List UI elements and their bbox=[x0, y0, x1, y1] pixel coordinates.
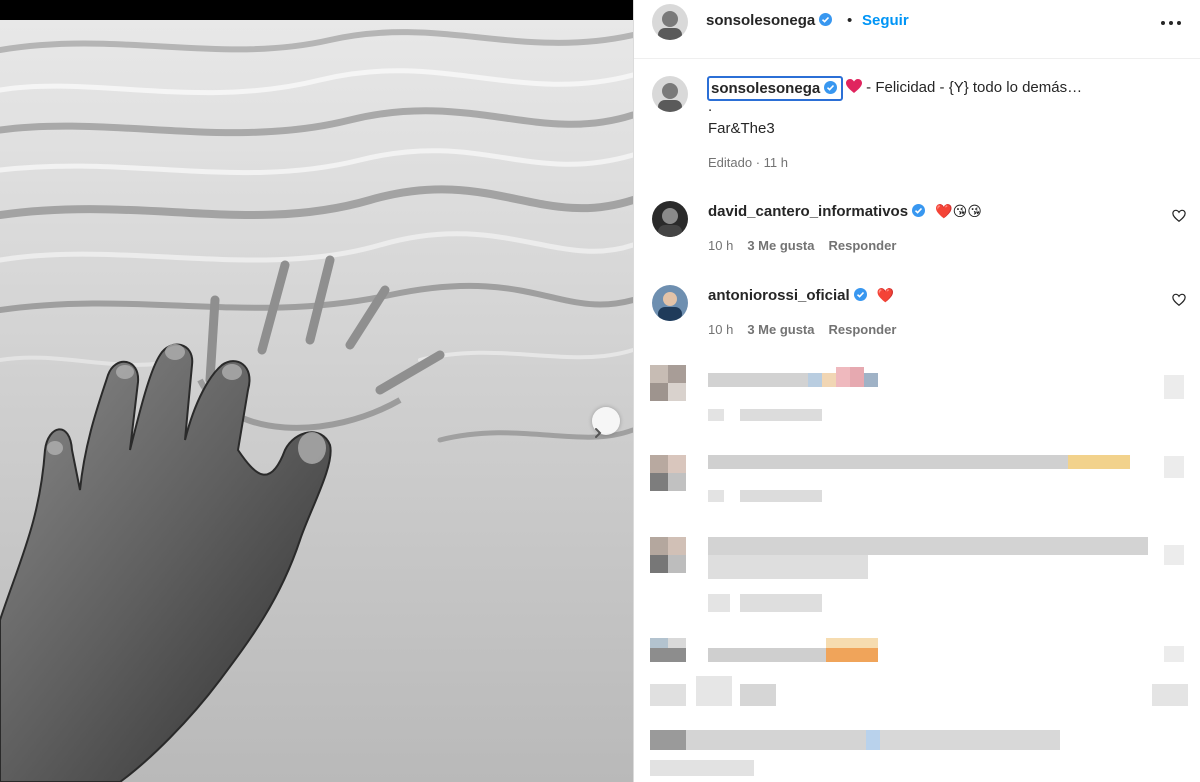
comment-username[interactable]: david_cantero_informativos bbox=[708, 203, 908, 220]
chevron-right-icon bbox=[595, 428, 602, 438]
pixelated-text bbox=[686, 730, 866, 750]
comment-time: 10 h bbox=[708, 238, 734, 253]
more-options-icon[interactable] bbox=[1159, 12, 1183, 32]
verified-badge-icon bbox=[853, 288, 867, 301]
header-username-text[interactable]: sonsolesonega bbox=[706, 12, 815, 29]
caption-line-3: Far&The3 bbox=[708, 120, 775, 137]
comment-meta: 10 h 3 Me gusta Responder bbox=[708, 238, 896, 253]
pixelated-text bbox=[708, 455, 1068, 469]
pixelated-avatar bbox=[650, 365, 668, 383]
comment-likes-link[interactable]: 3 Me gusta bbox=[747, 322, 814, 337]
post-details-pane: sonsolesonega • Seguir sonsolesonega - F… bbox=[634, 0, 1200, 782]
pixelated-avatar bbox=[650, 455, 668, 473]
post-photo[interactable] bbox=[0, 0, 633, 782]
caption-text: - Felicidad - {Y} todo lo demás… bbox=[846, 77, 1082, 98]
caption-body: - Felicidad - {Y} todo lo demás… bbox=[862, 79, 1083, 96]
pixelated-text bbox=[708, 373, 808, 387]
comment-time: 10 h bbox=[708, 322, 734, 337]
heart-outline-icon[interactable] bbox=[1172, 293, 1186, 307]
header-separator: • bbox=[847, 12, 853, 29]
pixelated-text bbox=[708, 648, 826, 662]
sand-hand-image bbox=[0, 20, 633, 782]
reply-button[interactable]: Responder bbox=[829, 238, 897, 253]
comment-username[interactable]: antoniorossi_oficial bbox=[708, 287, 850, 304]
caption-username-text[interactable]: sonsolesonega bbox=[711, 80, 820, 97]
heart-outline-icon[interactable] bbox=[1172, 209, 1186, 223]
pixelated-avatar bbox=[650, 638, 668, 648]
verified-badge-icon bbox=[824, 81, 838, 94]
verified-badge-icon bbox=[819, 13, 833, 26]
header-username[interactable]: sonsolesonega bbox=[706, 12, 833, 29]
comment-meta: 10 h 3 Me gusta Responder bbox=[708, 322, 896, 337]
comment-header: antoniorossi_oficial ❤️ bbox=[708, 285, 894, 306]
caption-username-link[interactable]: sonsolesonega bbox=[707, 76, 844, 101]
caption-meta: Editado · 11 h bbox=[708, 155, 788, 170]
comment-item: antoniorossi_oficial ❤️ 10 h 3 Me gusta Re… bbox=[634, 285, 1200, 343]
reply-button[interactable]: Responder bbox=[829, 322, 897, 337]
follow-button[interactable]: Seguir bbox=[862, 12, 909, 29]
comment-avatar[interactable] bbox=[652, 285, 688, 321]
comment-header: david_cantero_informativos ❤️😘😘 bbox=[708, 201, 982, 222]
comment-text: ❤️ bbox=[876, 287, 895, 303]
comment-likes-link[interactable]: 3 Me gusta bbox=[747, 238, 814, 253]
next-photo-button[interactable] bbox=[592, 407, 620, 438]
header-avatar[interactable] bbox=[652, 4, 688, 40]
caption-avatar[interactable] bbox=[652, 76, 688, 112]
pixelated-avatar bbox=[650, 537, 668, 555]
caption-line-2: . bbox=[708, 98, 713, 115]
comment-avatar[interactable] bbox=[652, 201, 688, 237]
verified-badge-icon bbox=[912, 204, 926, 217]
post-header: sonsolesonega • Seguir bbox=[634, 0, 1200, 59]
photo-top-bar bbox=[0, 0, 633, 20]
pixelated-text bbox=[708, 537, 1148, 555]
red-heart-icon bbox=[846, 79, 862, 93]
comment-text: ❤️😘😘 bbox=[935, 203, 982, 219]
